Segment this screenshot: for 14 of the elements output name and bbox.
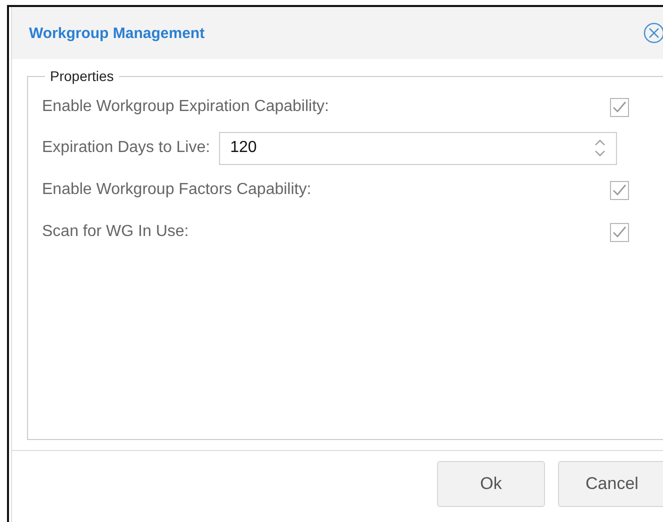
dialog-button[interactable]: Ok xyxy=(437,461,545,507)
group-legend: Properties xyxy=(45,68,119,84)
close-icon[interactable] xyxy=(643,22,663,44)
field-label: Expiration Days to Live: xyxy=(42,139,210,157)
field-label: Enable Workgroup Factors Capability: xyxy=(42,181,312,199)
field-label: Scan for WG In Use: xyxy=(42,223,189,241)
checkbox[interactable] xyxy=(610,98,629,116)
checkbox[interactable] xyxy=(610,222,629,242)
number-field[interactable]: 120 xyxy=(219,132,618,164)
checkbox[interactable] xyxy=(610,180,629,200)
spinner-icon[interactable] xyxy=(594,137,606,159)
dialog-title: Workgroup Management xyxy=(29,24,206,42)
dialog-button[interactable]: Cancel xyxy=(558,461,663,507)
field-label: Enable Workgroup Expiration Capability: xyxy=(42,98,329,116)
